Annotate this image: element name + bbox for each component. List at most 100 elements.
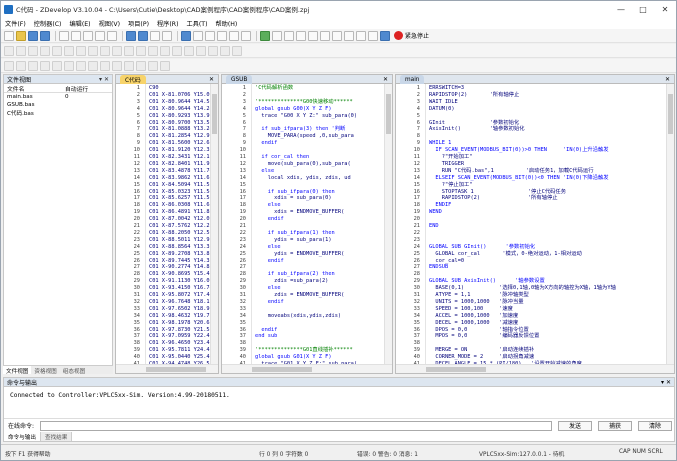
code-line[interactable]: ACCEL = 1000,1000 '加速度 bbox=[429, 313, 518, 320]
stop-icon[interactable] bbox=[296, 30, 306, 41]
code-area[interactable]: 'C代码解析函数 '**************G00快速移动****** glob… bbox=[252, 84, 384, 364]
code-line[interactable]: xdis = sub_para(0) bbox=[255, 195, 331, 202]
online-command-input[interactable] bbox=[40, 420, 552, 431]
code-line[interactable]: C01 X-91.1130 Y16.0781 bbox=[149, 278, 210, 285]
tab-main[interactable]: main bbox=[400, 75, 425, 84]
slider-widget-icon[interactable] bbox=[184, 45, 194, 56]
emergency-stop-button[interactable]: 紧急停止 bbox=[394, 31, 429, 40]
file-row-ccode[interactable]: C代码.bas bbox=[4, 109, 112, 117]
editor-ccode[interactable]: C代码 ✕ 1 2 3 4 5 6 7 8 9 10 11 12 13 14 15 16 17 18 19 20 21 2… bbox=[115, 74, 219, 374]
bring-front-icon[interactable] bbox=[136, 60, 146, 71]
progress-widget-icon[interactable] bbox=[196, 45, 206, 56]
menu-help[interactable]: 帮助(H) bbox=[211, 19, 241, 28]
code-line[interactable]: SPEED = 100,100 '速度 bbox=[429, 306, 513, 313]
tab-file-view[interactable]: 文件视图 bbox=[3, 366, 32, 375]
code-line[interactable]: C01 X-80.9293 Y13.9193 bbox=[149, 113, 210, 120]
align-top-icon[interactable] bbox=[40, 60, 50, 71]
code-line[interactable]: C01 X-80.9700 Y13.5706 bbox=[149, 120, 210, 127]
menu-project[interactable]: 项目(P) bbox=[124, 19, 153, 28]
align-center-icon[interactable] bbox=[16, 60, 26, 71]
panel-pin-close-icon[interactable]: ▾ ✕ bbox=[661, 379, 671, 386]
step-out-icon[interactable] bbox=[356, 30, 366, 41]
align-right-icon[interactable] bbox=[28, 60, 38, 71]
code-line[interactable]: C01 X-83.9862 Y11.6225 bbox=[149, 175, 210, 182]
scroll-thumb[interactable] bbox=[212, 94, 217, 134]
code-line[interactable]: C01 X-89.2708 Y13.8157 bbox=[149, 251, 210, 258]
edit-widget-icon[interactable] bbox=[136, 45, 146, 56]
code-line[interactable]: C01 X-93.4150 Y16.7408 bbox=[149, 285, 210, 292]
code-line[interactable]: C01 X-87.5762 Y12.2931 bbox=[149, 223, 210, 230]
code-line[interactable]: C01 X-90.8695 Y15.4513 bbox=[149, 271, 210, 278]
code-line[interactable]: C01 X-87.0042 Y12.0377 bbox=[149, 216, 210, 223]
code-area[interactable]: C90C01 X-81.0706 Y15.0064C01 X-80.9644 Y… bbox=[146, 84, 210, 364]
code-line[interactable]: C01 X-81.0706 Y15.0064 bbox=[149, 92, 210, 99]
code-line[interactable]: local xdis, ydis, zdis, ud bbox=[255, 175, 351, 182]
code-line[interactable]: ERRSWITCH=3 bbox=[429, 85, 464, 92]
code-line[interactable]: if cor_cal then bbox=[255, 154, 309, 161]
code-line[interactable]: RUN "C代码.bas",1 '启动任务1，加载C代码运行 bbox=[429, 168, 594, 175]
scroll-thumb[interactable] bbox=[146, 367, 206, 372]
code-line[interactable]: DATUM(0) bbox=[429, 106, 455, 113]
code-line[interactable]: MOVE_PARA(speed ,0,sub_para bbox=[255, 133, 354, 140]
code-line[interactable]: C01 X-80.9644 Y14.2418 bbox=[149, 106, 210, 113]
tab-command-output[interactable]: 命令与输出 bbox=[4, 432, 41, 441]
tab-resource-view[interactable]: 资格视图 bbox=[31, 366, 59, 375]
align-left-icon[interactable] bbox=[4, 60, 14, 71]
tab-config-view[interactable]: 组态视图 bbox=[60, 366, 88, 375]
watch-icon[interactable] bbox=[205, 30, 215, 41]
code-line[interactable]: C01 X-95.7811 Y24.4268 bbox=[149, 347, 210, 354]
code-line[interactable]: C01 X-85.0323 Y11.5412 bbox=[149, 189, 210, 196]
menu-view[interactable]: 视图(V) bbox=[95, 19, 124, 28]
copy-icon[interactable] bbox=[71, 30, 81, 41]
circle-icon[interactable] bbox=[40, 45, 50, 56]
space-vertical-icon[interactable] bbox=[124, 60, 134, 71]
code-line[interactable]: RAPIDSTOP(2) '所有轴停止 bbox=[429, 195, 558, 202]
code-line[interactable]: C01 X-82.3431 Y12.1294 bbox=[149, 154, 210, 161]
code-line[interactable]: if sub_ifpara(2) then bbox=[255, 271, 335, 278]
maximize-button[interactable]: □ bbox=[632, 1, 654, 17]
scroll-thumb[interactable] bbox=[386, 94, 391, 134]
download-icon[interactable] bbox=[138, 30, 148, 41]
connect-icon[interactable] bbox=[126, 30, 136, 41]
io-icon[interactable] bbox=[241, 30, 251, 41]
close-button[interactable]: ✕ bbox=[654, 1, 676, 17]
code-line[interactable]: TRIGGER bbox=[429, 161, 464, 168]
menu-program[interactable]: 程序(R) bbox=[153, 19, 183, 28]
rectangle-icon[interactable] bbox=[28, 45, 38, 56]
image-icon[interactable] bbox=[100, 45, 110, 56]
capture-button[interactable]: 捕获 bbox=[598, 420, 632, 431]
scroll-thumb[interactable] bbox=[252, 367, 312, 372]
code-line[interactable]: C01 X-80.9644 Y14.5706 bbox=[149, 99, 210, 106]
tab-gsub[interactable]: GSUB bbox=[226, 75, 253, 84]
horizontal-scrollbar[interactable] bbox=[116, 364, 218, 373]
code-line[interactable]: C01 X-97.6502 Y18.9571 bbox=[149, 306, 210, 313]
new-file-icon[interactable] bbox=[4, 30, 14, 41]
code-line[interactable]: if sub_ifpara(1) then bbox=[255, 230, 335, 237]
code-line[interactable]: else bbox=[255, 202, 281, 209]
code-line[interactable]: 'C代码解析函数 bbox=[255, 85, 293, 92]
code-line[interactable]: C01 X-83.4878 Y11.7449 bbox=[149, 168, 210, 175]
column-filename[interactable]: 文件名 bbox=[4, 84, 62, 93]
code-line[interactable]: C01 X-97.0959 Y22.4531 bbox=[149, 333, 210, 340]
polygon-icon[interactable] bbox=[76, 45, 86, 56]
code-line[interactable]: C90 bbox=[149, 85, 159, 92]
code-line[interactable]: move(sub_para(0),sub_para( bbox=[255, 161, 351, 168]
code-line[interactable]: C01 X-97.8730 Y21.5225 bbox=[149, 327, 210, 334]
code-line[interactable]: '**************G00快速移动****** bbox=[255, 99, 353, 106]
code-line[interactable]: WAIT IDLE bbox=[429, 99, 458, 106]
tab-find-results[interactable]: 查找结果 bbox=[40, 432, 73, 441]
step-into-icon[interactable] bbox=[332, 30, 342, 41]
scroll-thumb[interactable] bbox=[426, 367, 486, 372]
close-tab-icon[interactable]: ✕ bbox=[665, 75, 670, 84]
ellipse-icon[interactable] bbox=[64, 45, 74, 56]
code-line[interactable]: C01 X-96.7648 Y18.1782 bbox=[149, 299, 210, 306]
run-icon[interactable] bbox=[260, 30, 270, 41]
align-bottom-icon[interactable] bbox=[64, 60, 74, 71]
code-line[interactable]: END bbox=[429, 223, 439, 230]
vertical-scrollbar[interactable] bbox=[210, 84, 218, 364]
code-line[interactable]: ENDSUB bbox=[429, 264, 448, 271]
code-line[interactable]: C01 X-89.7445 Y14.3146 bbox=[149, 258, 210, 265]
breakpoint-icon[interactable] bbox=[308, 30, 318, 41]
code-line[interactable]: cor_cal=0 bbox=[429, 258, 464, 265]
horizontal-scrollbar[interactable] bbox=[396, 364, 674, 373]
